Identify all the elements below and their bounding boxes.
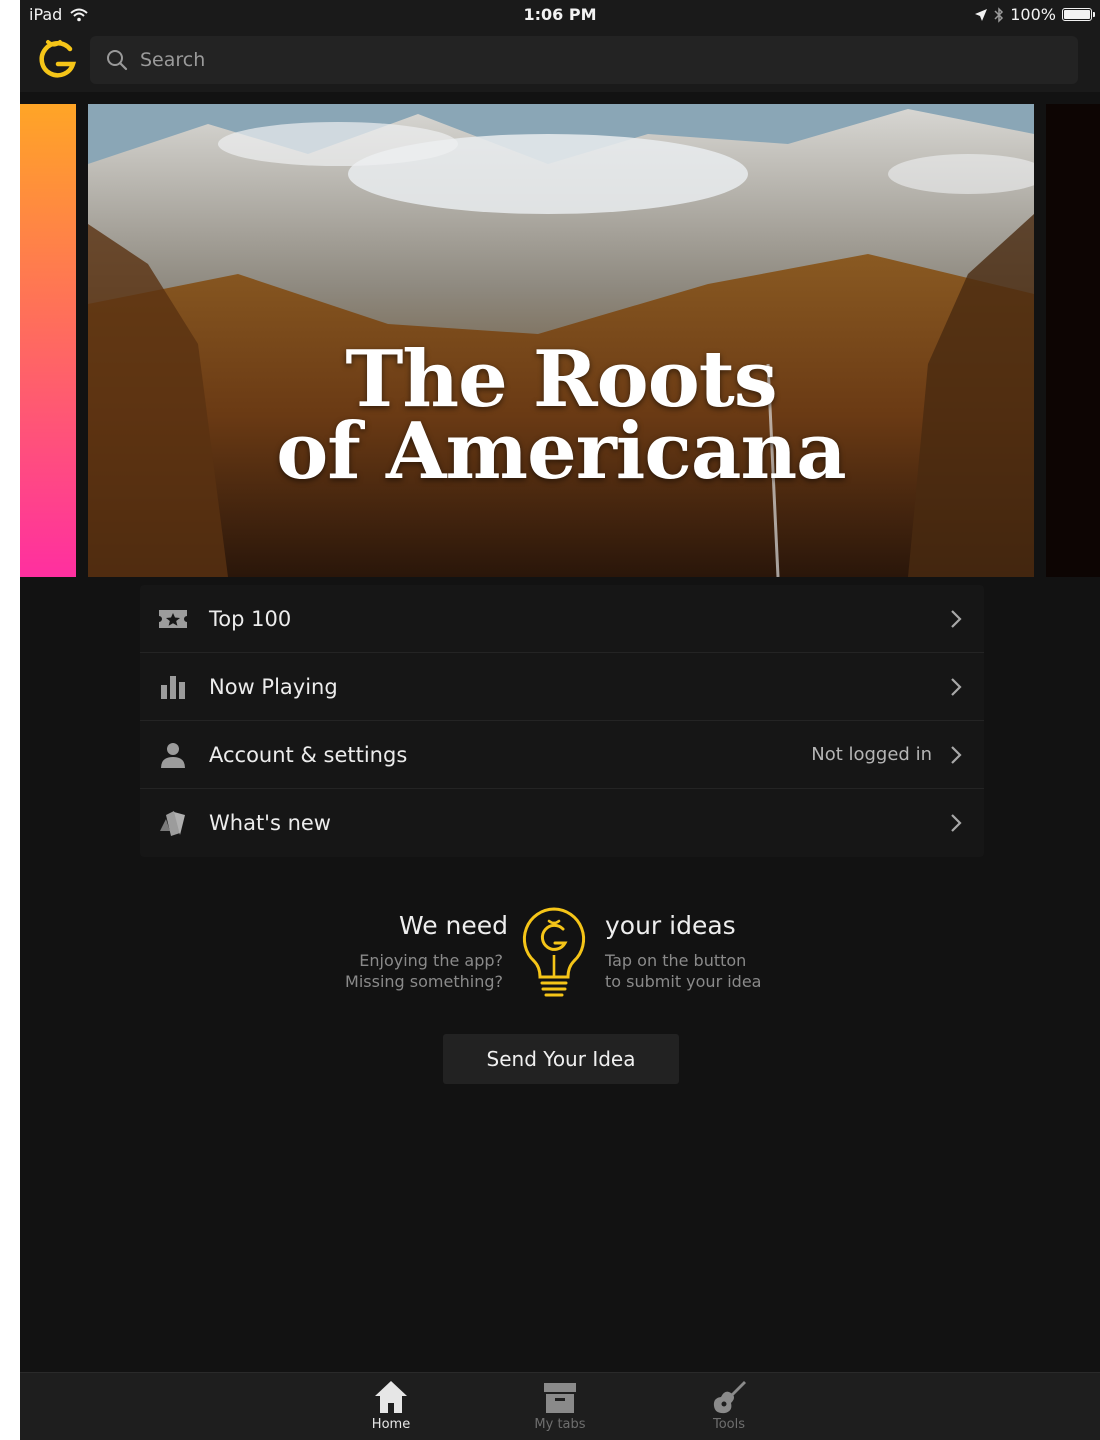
ideas-sub-left-line2: Missing something? — [345, 972, 503, 991]
hero-card[interactable]: The Roots of Americana — [88, 104, 1034, 577]
tab-label-tools: Tools — [712, 1417, 746, 1432]
ideas-subtitle-right: Tap on the button to submit your idea — [605, 950, 761, 992]
tab-label-home: Home — [371, 1417, 411, 1432]
status-time: 1:06 PM — [523, 5, 597, 24]
ideas-promo: We need Enjoying the app? Missing someth… — [20, 900, 1100, 1010]
home-icon — [375, 1381, 407, 1413]
ideas-sub-right-line1: Tap on the button — [605, 951, 747, 970]
lightbulb-icon — [522, 907, 586, 997]
menu-label-top-100: Top 100 — [209, 606, 292, 631]
menu-label-account-settings: Account & settings — [209, 742, 408, 767]
search-bar[interactable] — [90, 36, 1078, 84]
search-input[interactable] — [138, 48, 1042, 72]
menu-item-account-settings[interactable]: Account & settings Not logged in — [140, 721, 984, 789]
location-arrow-icon — [975, 8, 988, 21]
login-status: Not logged in — [811, 744, 932, 765]
status-right: 100% — [974, 5, 1095, 24]
carousel-next-card[interactable] — [1046, 104, 1100, 577]
logo-icon[interactable] — [34, 37, 80, 83]
tab-label-my-tabs: My tabs — [534, 1417, 586, 1432]
menu-label-whats-new: What's new — [209, 811, 331, 835]
tab-tools[interactable]: Tools — [669, 1379, 789, 1439]
menu-item-now-playing[interactable]: Now Playing — [140, 653, 984, 721]
tab-bar: Home My tabs Tools — [20, 1372, 1100, 1440]
search-icon — [107, 50, 128, 71]
menu-label-now-playing: Now Playing — [209, 674, 338, 699]
tab-home[interactable]: Home — [331, 1379, 451, 1439]
hero-title: The Roots of Americana — [88, 341, 1034, 497]
featured-carousel[interactable]: The Roots of Americana — [20, 104, 1100, 577]
top-bar — [20, 30, 1100, 92]
tab-my-tabs[interactable]: My tabs — [500, 1379, 620, 1439]
chevron-right-icon — [951, 610, 962, 628]
status-bar: iPad 1:06 PM 100% — [20, 0, 1100, 30]
ideas-title-right: your ideas — [605, 911, 736, 940]
archive-box-icon — [544, 1383, 576, 1413]
bar-chart-icon — [161, 676, 185, 699]
send-idea-button[interactable]: Send Your Idea — [443, 1034, 679, 1084]
ideas-title-left: We need — [398, 911, 508, 940]
battery-icon — [1062, 8, 1095, 21]
carousel-prev-card[interactable] — [20, 104, 76, 577]
app-screen: iPad 1:06 PM 100% Search The Roots of Am… — [20, 0, 1100, 1440]
ticket-star-icon — [159, 610, 187, 628]
chevron-right-icon — [951, 678, 962, 696]
ideas-sub-left-line1: Enjoying the app? — [359, 951, 503, 970]
bluetooth-icon — [994, 6, 1004, 23]
guitar-icon — [713, 1381, 746, 1414]
ideas-sub-right-line2: to submit your idea — [605, 972, 762, 991]
chevron-right-icon — [951, 746, 962, 764]
person-icon — [161, 743, 185, 768]
chevron-right-icon — [951, 814, 962, 832]
hero-title-line2: of Americana — [276, 406, 846, 497]
main-menu: Top 100 Now Playing Account & settings N… — [140, 585, 984, 857]
menu-item-top-100[interactable]: Top 100 — [140, 585, 984, 653]
battery-percent: 100% — [1010, 5, 1056, 24]
ideas-subtitle-left: Enjoying the app? Missing something? — [345, 950, 503, 992]
menu-item-whats-new[interactable]: What's new — [140, 789, 984, 857]
cards-icon — [160, 811, 185, 836]
